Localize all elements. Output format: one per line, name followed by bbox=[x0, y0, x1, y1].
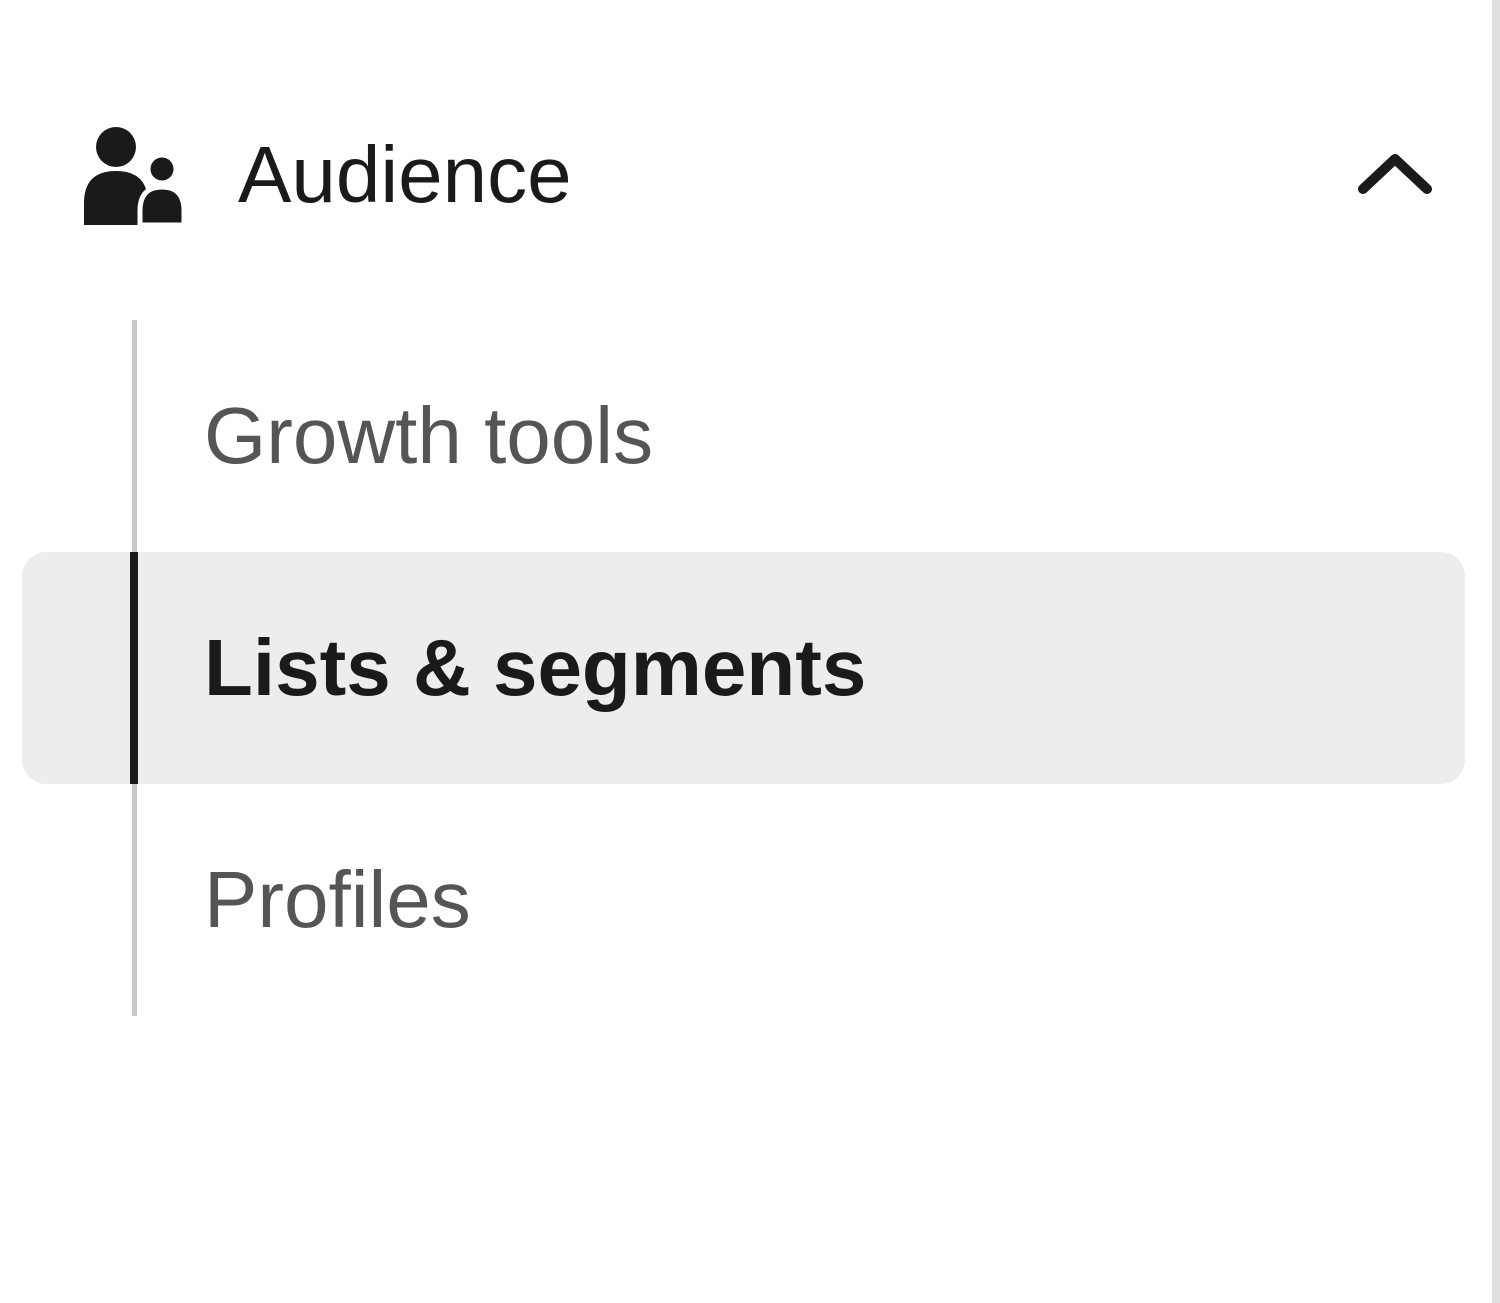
sidebar-item-label: Profiles bbox=[204, 854, 471, 946]
chevron-up-icon bbox=[1350, 130, 1440, 220]
sidebar-section-items: Growth tools Lists & segments Profiles bbox=[60, 320, 1500, 1016]
sidebar-section-header-audience[interactable]: Audience bbox=[60, 100, 1500, 250]
sidebar-item-lists-segments[interactable]: Lists & segments bbox=[22, 552, 1465, 784]
sidebar-item-label: Lists & segments bbox=[204, 622, 866, 714]
sidebar-item-label: Growth tools bbox=[204, 390, 653, 482]
audience-icon bbox=[80, 120, 190, 230]
sidebar-section-label: Audience bbox=[238, 129, 572, 221]
sidebar-section-audience: Audience Growth tools Lists & segments P… bbox=[0, 0, 1500, 1016]
sidebar-item-growth-tools[interactable]: Growth tools bbox=[22, 320, 1465, 552]
sidebar-item-profiles[interactable]: Profiles bbox=[22, 784, 1465, 1016]
